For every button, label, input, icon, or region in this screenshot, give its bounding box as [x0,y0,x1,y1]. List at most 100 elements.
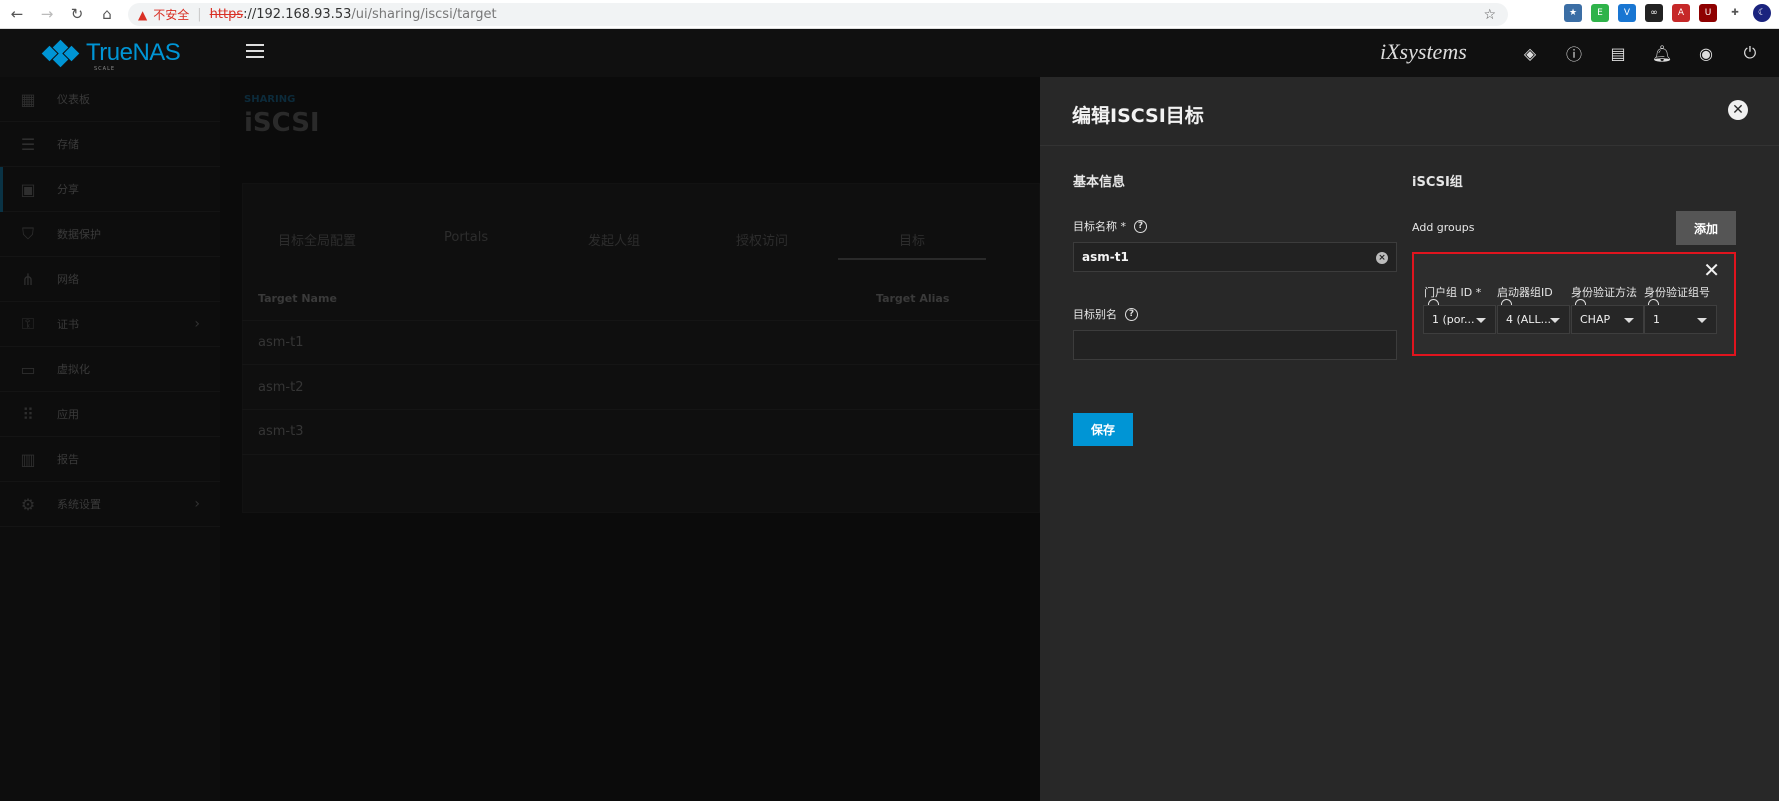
target-name-label-text: 目标名称 * [1073,220,1126,233]
warning-icon: ▲ [138,7,148,22]
forward-button[interactable]: → [34,1,60,27]
sidebar-item-label: 网络 [57,273,79,286]
info-icon[interactable]: ⓘ [1564,43,1584,64]
auth-group-label: 身份验证组号 [1644,286,1710,299]
initiator-group-select[interactable]: 4 (ALL... [1497,305,1570,334]
sidebar-item-dashboard[interactable]: ▦ 仪表板 [0,77,220,122]
reload-button[interactable]: ↻ [64,1,90,27]
target-alias-label-text: 目标别名 [1073,308,1117,321]
tab-initiator-groups[interactable]: 发起人组 [588,230,640,249]
row-divider [242,320,1040,321]
profile-avatar-icon[interactable]: ☾ [1753,4,1771,22]
clipboard-icon[interactable]: ▤ [1608,43,1628,63]
menu-toggle-icon[interactable] [246,44,264,58]
tab-portals[interactable]: Portals [444,230,488,245]
extension-icon-4[interactable]: ∞ [1645,4,1663,22]
clear-input-icon[interactable]: × [1376,252,1388,264]
extension-icon-5[interactable]: A [1672,4,1690,22]
help-icon[interactable]: ? [1125,307,1138,321]
target-name-value: asm-t1 [1082,250,1129,264]
power-icon[interactable]: ⏻ [1740,43,1760,63]
tab-authorized-access[interactable]: 授权访问 [736,230,788,249]
truenas-logo-icon [41,39,80,68]
iscsi-groups-heading: iSCSI组 [1412,175,1463,190]
ublock-extension-icon[interactable]: U [1699,4,1717,22]
sidebar-item-data-protection[interactable]: ⛉ 数据保护 [0,212,220,257]
table-row[interactable]: asm-t1 [258,335,303,350]
target-alias-label: 目标别名 ? [1073,306,1138,322]
row-divider [242,364,1040,365]
help-icon[interactable]: ? [1134,219,1147,233]
tab-target-global-config[interactable]: 目标全局配置 [278,230,356,249]
account-icon[interactable]: ◉ [1696,43,1716,63]
key-icon: ⚿ [21,314,35,333]
sidebar-item-label: 虚拟化 [57,363,90,376]
auth-method-value: CHAP [1580,313,1611,326]
bookmark-star-icon[interactable]: ☆ [1483,7,1496,23]
address-separator: | [197,7,202,22]
sidebar-item-reports[interactable]: ▥ 报告 [0,437,220,482]
sidebar-item-label: 分享 [57,183,79,196]
target-alias-input[interactable] [1073,330,1397,360]
portal-group-select[interactable]: 1 (por... [1423,305,1496,334]
close-panel-icon[interactable]: ✕ [1728,100,1748,120]
extension-icon-3[interactable]: V [1618,4,1636,22]
sidebar-item-credentials[interactable]: ⚿ 证书 › [0,302,220,347]
sidebar-item-system-settings[interactable]: ⚙ 系统设置 › [0,482,220,527]
row-divider [242,409,1040,410]
add-group-button[interactable]: 添加 [1676,211,1736,245]
evernote-extension-icon[interactable]: E [1591,4,1609,22]
target-name-input[interactable]: asm-t1 × [1073,242,1397,272]
back-button[interactable]: ← [4,1,30,27]
dashboard-icon: ▦ [20,89,36,109]
sidebar-item-label: 数据保护 [57,228,101,241]
panel-title: 编辑ISCSI目标 [1072,105,1204,127]
sidebar-item-apps[interactable]: ⠿ 应用 [0,392,220,437]
sidebar-item-virtualization[interactable]: ▭ 虚拟化 [0,347,220,392]
notifications-bell-icon[interactable]: 🔔︎ [1652,43,1672,63]
sidebar-item-label: 仪表板 [57,93,90,106]
portal-group-value: 1 (por... [1432,313,1475,326]
address-bar[interactable]: ▲ 不安全 | https ://192.168.93.53 /ui/shari… [128,3,1508,26]
table-row[interactable]: asm-t2 [258,380,303,395]
auth-method-select[interactable]: CHAP [1571,305,1644,334]
app-topbar: TrueNAS SCALE iXsystems ◈ ⓘ ▤ 🔔︎ ◉ ⏻ [0,29,1779,77]
ixsystems-logo[interactable]: iXsystems [1380,39,1467,65]
share-icon: ▣ [20,179,36,199]
remove-group-icon[interactable]: ✕ [1703,260,1720,280]
sidebar-item-storage[interactable]: ☰ 存储 [0,122,220,167]
logo-subtitle: SCALE [94,66,116,72]
add-groups-label: Add groups [1412,221,1475,234]
truenas-logo[interactable]: TrueNAS SCALE [41,39,181,72]
dropdown-caret-icon [1624,318,1634,323]
extensions-bar: ★ E V ∞ A U ✚ ☾ [1564,4,1771,22]
auth-group-value: 1 [1653,313,1660,326]
breadcrumb[interactable]: SHARING [244,94,295,105]
chevron-right-icon: › [194,496,200,512]
sidebar-item-sharing[interactable]: ▣ 分享 [0,167,220,212]
apps-icon: ⠿ [22,404,34,424]
sidebar-item-network[interactable]: ⋔ 网络 [0,257,220,302]
tab-targets[interactable]: 目标 [899,230,925,249]
sidebar-item-label: 证书 [57,318,79,331]
sidebar-item-label: 存储 [57,138,79,151]
network-icon: ⋔ [21,269,35,289]
home-button[interactable]: ⌂ [94,1,120,27]
auth-group-select[interactable]: 1 [1644,305,1717,334]
active-tab-indicator [838,258,986,260]
sidebar-item-label: 报告 [57,453,79,466]
gear-icon: ⚙ [20,494,36,514]
sidebar-item-label: 系统设置 [57,498,101,511]
save-button[interactable]: 保存 [1073,413,1133,446]
page-title: iSCSI [244,108,320,138]
column-header-target-name[interactable]: Target Name [258,292,337,305]
truecommand-icon[interactable]: ◈ [1520,43,1540,63]
column-header-target-alias[interactable]: Target Alias [876,292,949,305]
extension-icon-1[interactable]: ★ [1564,4,1582,22]
puzzle-extensions-icon[interactable]: ✚ [1726,4,1744,22]
browser-toolbar: ← → ↻ ⌂ ▲ 不安全 | https ://192.168.93.53 /… [0,0,1779,29]
auth-method-label: 身份验证方法 [1571,286,1637,299]
portal-group-label: 门户组 ID * [1424,286,1482,299]
table-row[interactable]: asm-t3 [258,424,303,439]
row-divider [242,454,1040,455]
